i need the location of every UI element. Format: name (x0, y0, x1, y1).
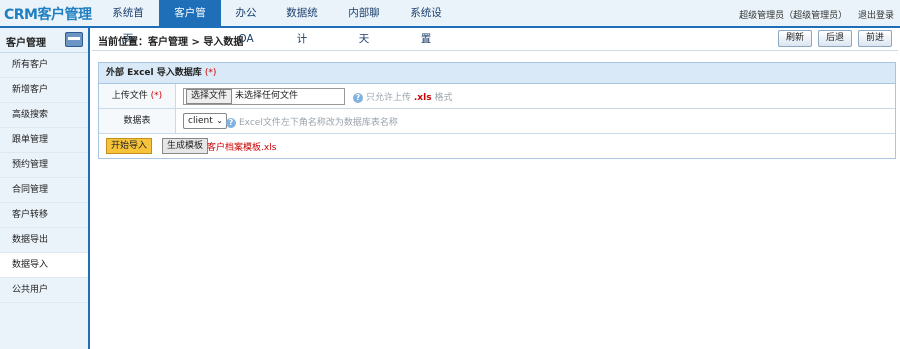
nav-stats[interactable]: 数据统计 (271, 0, 333, 45)
toolbar: 刷新 后退 前进 (777, 30, 892, 47)
nav-home[interactable]: 系统首页 (97, 0, 159, 45)
nav-oa[interactable]: 办公OA (221, 0, 271, 45)
app-logo: CRM客户管理 (4, 7, 92, 23)
table-label: 数据表 (99, 109, 176, 133)
refresh-button[interactable]: 刷新 (777, 30, 812, 47)
upload-cell: 选择文件 未选择任何文件 ? 只允许上传 .xls 格式 (176, 84, 895, 108)
table-select-value: client (188, 116, 213, 126)
sidebar-item-public-users[interactable]: 公共用户 (0, 278, 88, 303)
breadcrumb: 当前位置：客户管理 > 导入数据 (98, 37, 244, 48)
action-row: 开始导入 生成模板 客户档案模板.xls (99, 134, 895, 158)
upload-label-text: 上传文件 (111, 91, 148, 101)
user-area: 超级管理员（超级管理员） 退出登录 (731, 8, 894, 21)
generate-template-button[interactable]: 生成模板 (162, 138, 209, 154)
sidebar-item-appointments[interactable]: 预约管理 (0, 153, 88, 178)
start-import-button[interactable]: 开始导入 (106, 138, 153, 154)
sidebar-item-transfer[interactable]: 客户转移 (0, 203, 88, 228)
table-hint-text: Excel文件左下角名称改为数据库表名称 (239, 118, 398, 128)
import-panel: 外部 Excel 导入数据库 (*) 上传文件 (*) 选择文件 未选择任何文件 … (98, 62, 896, 159)
table-hint: ? Excel文件左下角名称改为数据库表名称 (226, 115, 398, 128)
current-user: 超级管理员（超级管理员） (739, 11, 848, 21)
template-link[interactable]: 客户档案模板.xls (207, 140, 276, 153)
nav-chat[interactable]: 内部聊天 (333, 0, 395, 45)
panel-title-text: 外部 Excel 导入数据库 (106, 68, 202, 78)
top-header: CRM客户管理 系统首页 客户管理 办公OA 数据统计 内部聊天 系统设置 超级… (0, 0, 900, 45)
breadcrumb-bar: 当前位置：客户管理 > 导入数据 刷新 后退 前进 (92, 28, 898, 51)
forward-button[interactable]: 前进 (857, 30, 892, 47)
sidebar-item-add-customer[interactable]: 新增客户 (0, 78, 88, 103)
file-status: 未选择任何文件 (235, 91, 299, 101)
sidebar-item-import[interactable]: 数据导入 (0, 253, 88, 278)
back-button[interactable]: 后退 (817, 30, 852, 47)
table-row: 数据表 client ⌄ ? Excel文件左下角名称改为数据库表名称 (99, 109, 895, 134)
nav-settings[interactable]: 系统设置 (395, 0, 457, 45)
upload-hint: ? 只允许上传 .xls 格式 (353, 90, 452, 103)
panel-title: 外部 Excel 导入数据库 (*) (99, 63, 895, 84)
sidebar-item-followup[interactable]: 跟单管理 (0, 128, 88, 153)
file-input[interactable]: 选择文件 未选择任何文件 (183, 88, 345, 105)
upload-row: 上传文件 (*) 选择文件 未选择任何文件 ? 只允许上传 .xls 格式 (99, 84, 895, 109)
upload-hint-suffix: 格式 (434, 93, 453, 103)
nav-customer[interactable]: 客户管理 (159, 0, 221, 45)
upload-label: 上传文件 (*) (99, 84, 176, 108)
upload-required-mark: (*) (150, 91, 163, 101)
main-nav: 系统首页 客户管理 办公OA 数据统计 内部聊天 系统设置 (97, 0, 457, 45)
required-mark: (*) (204, 68, 217, 78)
sidebar-item-export[interactable]: 数据导出 (0, 228, 88, 253)
sidebar-item-advanced-search[interactable]: 高级搜索 (0, 103, 88, 128)
choose-file-button[interactable]: 选择文件 (186, 89, 233, 104)
card-icon (65, 32, 83, 47)
help-icon: ? (226, 117, 236, 128)
sidebar: 客户管理 所有客户 新增客户 高级搜索 跟单管理 预约管理 合同管理 客户转移 … (0, 28, 90, 349)
sidebar-item-all-customers[interactable]: 所有客户 (0, 53, 88, 78)
help-icon: ? (353, 92, 363, 103)
logout-link[interactable]: 退出登录 (858, 11, 894, 21)
upload-hint-prefix: 只允许上传 (366, 93, 412, 103)
main-content: 当前位置：客户管理 > 导入数据 刷新 后退 前进 外部 Excel 导入数据库… (92, 28, 900, 349)
sidebar-header: 客户管理 (0, 28, 88, 53)
table-cell: client ⌄ ? Excel文件左下角名称改为数据库表名称 (176, 109, 895, 133)
sidebar-title: 客户管理 (6, 38, 46, 49)
upload-hint-ext: .xls (413, 93, 432, 103)
sidebar-item-contracts[interactable]: 合同管理 (0, 178, 88, 203)
chevron-down-icon: ⌄ (216, 116, 223, 125)
table-select[interactable]: client ⌄ (183, 113, 227, 129)
